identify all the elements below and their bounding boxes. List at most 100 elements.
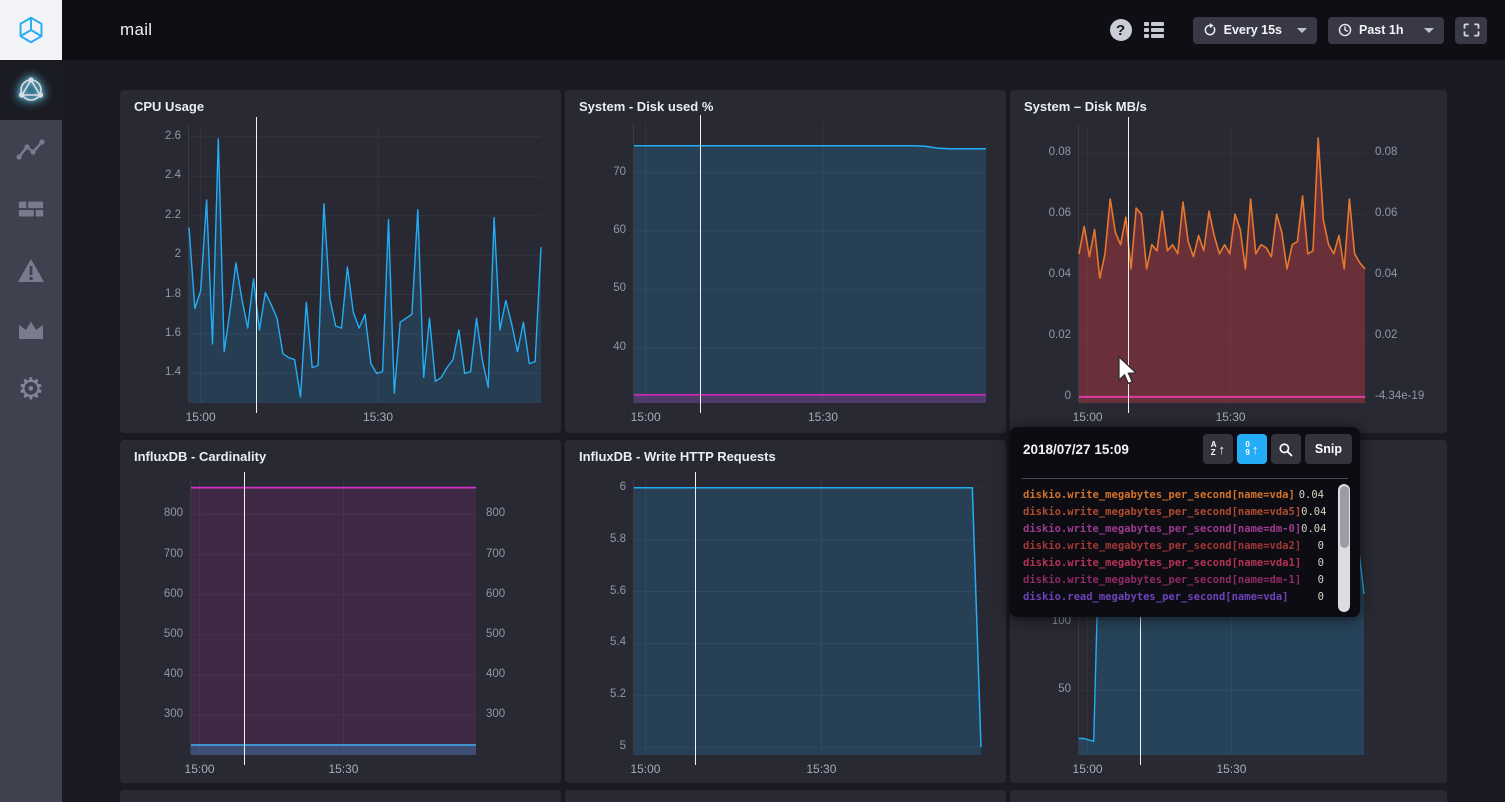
help-icon[interactable]: ? [1110,19,1132,41]
panel-write-http[interactable]: InfluxDB - Write HTTP Requests 55.25.45.… [565,440,1006,783]
axis-tick-label: 60 [572,224,626,236]
autorefresh-label: Every 15s [1224,23,1282,37]
chart-cardinality[interactable]: 30040050060070080030040050060070080015:0… [190,480,476,755]
sidebar-item-configuration[interactable]: ⚙ [0,360,62,420]
legend-row[interactable]: diskio.write_megabytes_per_second[name=d… [1023,571,1324,588]
legend-series-value: 0 [1318,574,1324,586]
legend-series-name: diskio.write_megabytes_per_second[name=v… [1023,540,1301,552]
panel-title: System – Disk MB/s [1024,99,1147,114]
legend-row[interactable]: diskio.write_megabytes_per_second[name=v… [1023,486,1324,503]
sidebar-logo[interactable] [0,0,62,60]
axis-tick-label: 5.6 [572,585,626,597]
axis-tick-label: 15:30 [806,762,836,776]
axis-tick-label: 1.6 [127,327,181,339]
presentation-mode-button[interactable] [1455,17,1487,44]
panel-clipped-2[interactable] [565,790,1006,802]
graph-list-toggle-icon[interactable] [1143,20,1165,40]
chart-canvas [634,123,986,403]
legend-scrollbar[interactable] [1338,484,1350,612]
axis-tick-label: 800 [486,507,556,519]
chevron-down-icon [1424,28,1434,33]
panel-disk-mbs[interactable]: System – Disk MB/s 00.020.040.060.08-4.3… [1010,90,1447,433]
legend-row[interactable]: diskio.write_megabytes_per_second[name=v… [1023,537,1324,554]
axis-tick-label: 0.06 [1375,207,1445,219]
sort-numeric-button[interactable]: 09 ↑ [1237,434,1267,464]
chevron-down-icon [1297,28,1307,33]
topbar-actions: ? Every 15s Past 1h [1110,0,1487,60]
legend-row[interactable]: diskio.write_megabytes_per_second[name=v… [1023,554,1324,571]
sort-alpha-button[interactable]: AZ ↑ [1203,434,1233,464]
mouse-cursor [1118,356,1140,393]
legend-series-value: 0 [1318,591,1324,603]
legend-row[interactable]: diskio.write_megabytes_per_second[name=v… [1023,503,1324,520]
axis-tick-label: 0.04 [1375,268,1445,280]
timerange-dropdown[interactable]: Past 1h [1328,17,1444,44]
hover-timestamp: 2018/07/27 15:09 [1023,442,1129,457]
sidebar-nav: ⚙ [0,0,62,802]
chart-cpu-usage[interactable]: 1.41.61.822.22.42.615:0015:30 [188,125,541,403]
legend-series-name: diskio.write_megabytes_per_second[name=v… [1023,506,1301,518]
sidebar-item-admin[interactable] [0,300,62,360]
legend-search-button[interactable] [1271,434,1301,464]
chart-disk-used[interactable]: 4050607015:0015:30 [633,123,986,403]
legend-series-name: diskio.write_megabytes_per_second[name=d… [1023,523,1301,535]
chart-canvas [189,125,541,403]
sidebar-item-data-explorer[interactable] [0,120,62,180]
axis-tick-label: 500 [129,628,183,640]
axis-tick-label: 15:30 [808,410,838,424]
legend-row[interactable]: diskio.read_megabytes_per_second[name=vd… [1023,588,1324,605]
legend-series-value: 0 [1318,557,1324,569]
legend-scrollbar-thumb[interactable] [1340,486,1349,548]
axis-tick-label: 0.08 [1375,146,1445,158]
axis-tick-label: 800 [129,507,183,519]
axis-tick-label: 5.8 [572,533,626,545]
host-sphere-icon [15,74,47,106]
axis-tick-label: 0.02 [1017,329,1071,341]
axis-tick-label: 15:30 [328,762,358,776]
axis-tick-label: 300 [129,708,183,720]
axis-tick-label: 2.2 [127,209,181,221]
legend-series-name: diskio.read_megabytes_per_second[name=vd… [1023,591,1289,603]
axis-tick-label: 15:00 [1073,762,1103,776]
pulse-graph-icon [16,136,46,164]
sidebar-item-dashboards[interactable] [0,180,62,240]
panel-clipped-3[interactable] [1010,790,1447,802]
axis-tick-label: 15:00 [185,762,215,776]
panel-title: InfluxDB - Write HTTP Requests [579,449,776,464]
legend-series-name: diskio.write_megabytes_per_second[name=v… [1023,489,1295,501]
autorefresh-dropdown[interactable]: Every 15s [1193,17,1317,44]
crown-icon [16,318,46,342]
gear-icon: ⚙ [18,375,45,405]
axis-tick-label: 2.4 [127,169,181,181]
sidebar-item-alerting[interactable] [0,240,62,300]
axis-tick-label: 1.8 [127,288,181,300]
snip-button[interactable]: Snip [1305,434,1352,464]
hover-legend-header: 2018/07/27 15:09 AZ ↑ 09 ↑ Snip [1010,427,1360,471]
chart-write-http[interactable]: 55.25.45.65.8615:0015:30 [633,480,981,755]
panel-clipped-1[interactable] [120,790,561,802]
legend-series-value: 0.04 [1301,506,1326,518]
axis-tick-label: 50 [1017,683,1071,695]
axis-tick-label: 1.4 [127,366,181,378]
axis-tick-label: 700 [129,548,183,560]
crosshair-line [244,472,245,765]
axis-tick-label: 40 [572,341,626,353]
alert-triangle-icon [16,257,46,284]
axis-tick-label: 0.08 [1017,146,1071,158]
axis-tick-label: 400 [486,668,556,680]
search-icon [1278,442,1293,457]
axis-tick-label: 15:30 [363,410,393,424]
panel-cardinality[interactable]: InfluxDB - Cardinality 30040050060070080… [120,440,561,783]
legend-series-value: 0 [1318,540,1324,552]
axis-tick-label: 0.06 [1017,207,1071,219]
sidebar-item-status[interactable] [0,60,62,120]
panel-cpu-usage[interactable]: CPU Usage 1.41.61.822.22.42.615:0015:30 [120,90,561,433]
timerange-label: Past 1h [1359,23,1403,37]
arrow-up-icon: ↑ [1219,442,1226,457]
axis-tick-label: 5 [572,740,626,752]
panel-disk-used[interactable]: System - Disk used % 4050607015:0015:30 [565,90,1006,433]
axis-tick-label: 5.2 [572,688,626,700]
axis-tick-label: 700 [486,548,556,560]
divider [1022,478,1348,479]
legend-row[interactable]: diskio.write_megabytes_per_second[name=d… [1023,520,1324,537]
